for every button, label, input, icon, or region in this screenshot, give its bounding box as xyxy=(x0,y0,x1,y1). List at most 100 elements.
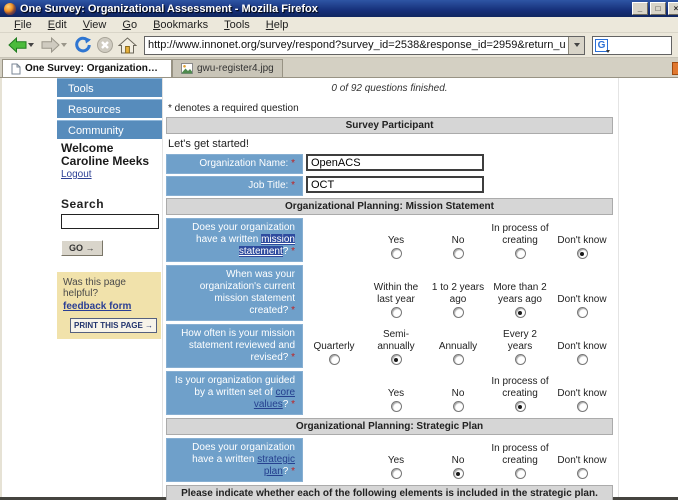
radio-button[interactable] xyxy=(515,468,526,479)
question-label: How often is your mission statement revi… xyxy=(166,324,303,368)
radio-button[interactable] xyxy=(391,354,402,365)
question-label: Does your organization have a written st… xyxy=(166,438,303,482)
forward-history-caret[interactable] xyxy=(61,43,67,47)
question-label: When was your organization's current mis… xyxy=(166,265,303,321)
google-search-icon[interactable]: G xyxy=(595,39,608,52)
required-marker: * xyxy=(288,246,295,257)
radio-button[interactable] xyxy=(577,401,588,412)
question-row: Is your organization guided by a written… xyxy=(166,371,613,415)
option-label: No xyxy=(452,235,465,247)
option-label: No xyxy=(452,455,465,467)
section-header: Please indicate whether each of the foll… xyxy=(166,485,613,500)
radio-button[interactable] xyxy=(329,354,340,365)
radio-button[interactable] xyxy=(453,468,464,479)
required-marker: * xyxy=(291,158,295,169)
required-marker: * xyxy=(288,305,295,316)
progress-text: 0 of 92 questions finished. xyxy=(166,83,613,94)
text-input[interactable] xyxy=(306,176,484,193)
menu-item-bookmarks[interactable]: Bookmarks xyxy=(145,18,216,32)
option-cell: Semi-annually xyxy=(365,324,427,368)
minimize-button[interactable]: _ xyxy=(632,2,648,15)
radio-button[interactable] xyxy=(391,468,402,479)
section-header: Organizational Planning: Mission Stateme… xyxy=(166,198,613,215)
radio-button[interactable] xyxy=(515,248,526,259)
intro-text: Let's get started! xyxy=(168,138,613,150)
sidebar-item-tools[interactable]: Tools xyxy=(57,78,162,97)
menu-item-go[interactable]: Go xyxy=(114,18,145,32)
option-cell: Yes xyxy=(365,438,427,482)
option-label: Yes xyxy=(388,235,404,247)
web-search-input[interactable] xyxy=(610,38,671,53)
menu-item-file[interactable]: File xyxy=(6,18,40,32)
radio-button[interactable] xyxy=(453,248,464,259)
option-cell: Yes xyxy=(365,218,427,262)
search-go-button[interactable]: GO → xyxy=(61,240,103,256)
menu-item-tools[interactable]: Tools xyxy=(216,18,258,32)
web-search-box: G xyxy=(592,36,672,55)
close-button[interactable]: × xyxy=(668,2,678,15)
option-cell: Yes xyxy=(365,371,427,415)
section-header: Survey Participant xyxy=(166,117,613,134)
firefox-app-icon xyxy=(4,3,16,15)
feedback-box: Was this page helpful? feedback form PRI… xyxy=(57,272,161,339)
url-input[interactable] xyxy=(145,38,568,53)
welcome-text: Welcome Caroline Meeks xyxy=(61,142,162,168)
radio-button[interactable] xyxy=(577,354,588,365)
toolbar-buttons xyxy=(6,35,138,56)
menu-item-help[interactable]: Help xyxy=(258,18,297,32)
field-label: Organization Name: * xyxy=(166,154,303,174)
window-controls: _ □ × xyxy=(632,2,678,15)
radio-button[interactable] xyxy=(577,307,588,318)
menu-item-edit[interactable]: Edit xyxy=(40,18,75,32)
option-label: Yes xyxy=(388,455,404,467)
radio-button[interactable] xyxy=(391,307,402,318)
question-row: How often is your mission statement revi… xyxy=(166,324,613,368)
stop-icon xyxy=(96,36,114,54)
back-button[interactable] xyxy=(6,35,28,56)
option-label: In process of creating xyxy=(490,443,550,466)
sidebar-item-community[interactable]: Community xyxy=(57,120,162,139)
option-label: Don't know xyxy=(557,455,606,467)
print-page-button[interactable]: PRINT THIS PAGE → xyxy=(70,318,157,333)
page-icon xyxy=(11,63,21,75)
stop-button[interactable] xyxy=(94,35,116,56)
feedback-form-link[interactable]: feedback form xyxy=(63,301,131,312)
page-viewport: Tools Resources Community Welcome Caroline… xyxy=(0,78,678,497)
radio-button[interactable] xyxy=(577,468,588,479)
tab-1[interactable]: One Survey: Organizational Assessm... xyxy=(2,59,172,77)
maximize-button[interactable]: □ xyxy=(650,2,666,15)
window-title: One Survey: Organizational Assessment - … xyxy=(20,3,318,15)
logout-link[interactable]: Logout xyxy=(61,169,92,180)
option-cell: In process of creating xyxy=(489,371,551,415)
radio-button[interactable] xyxy=(453,354,464,365)
option-label: Quarterly xyxy=(313,341,354,353)
sidebar-search-input[interactable] xyxy=(61,214,159,229)
radio-button[interactable] xyxy=(391,248,402,259)
radio-button[interactable] xyxy=(515,307,526,318)
radio-button[interactable] xyxy=(515,354,526,365)
option-cell: In process of creating xyxy=(489,218,551,262)
radio-button[interactable] xyxy=(453,307,464,318)
option-cell: Don't know xyxy=(551,265,613,321)
option-cell: Don't know xyxy=(551,438,613,482)
sidebar-search-label: Search xyxy=(61,197,162,211)
menu-item-view[interactable]: View xyxy=(75,18,115,32)
option-cell: Don't know xyxy=(551,324,613,368)
radio-button[interactable] xyxy=(515,401,526,412)
option-label: In process of creating xyxy=(490,223,550,246)
forward-button[interactable] xyxy=(39,35,61,56)
url-history-dropdown[interactable] xyxy=(568,37,584,54)
option-cell: More than 2 years ago xyxy=(489,265,551,321)
home-button[interactable] xyxy=(116,35,138,56)
radio-button[interactable] xyxy=(391,401,402,412)
text-input[interactable] xyxy=(306,154,484,171)
back-history-caret[interactable] xyxy=(28,43,34,47)
radio-button[interactable] xyxy=(453,401,464,412)
sidebar-item-resources[interactable]: Resources xyxy=(57,99,162,118)
radio-button[interactable] xyxy=(577,248,588,259)
required-marker: * xyxy=(288,352,295,363)
tab-2[interactable]: gwu-register4.jpg xyxy=(172,59,283,77)
reload-button[interactable] xyxy=(72,35,94,56)
survey-body: Survey Participant Let's get started! Orga… xyxy=(166,117,613,500)
helpful-prompt: Was this page helpful? xyxy=(63,277,155,299)
